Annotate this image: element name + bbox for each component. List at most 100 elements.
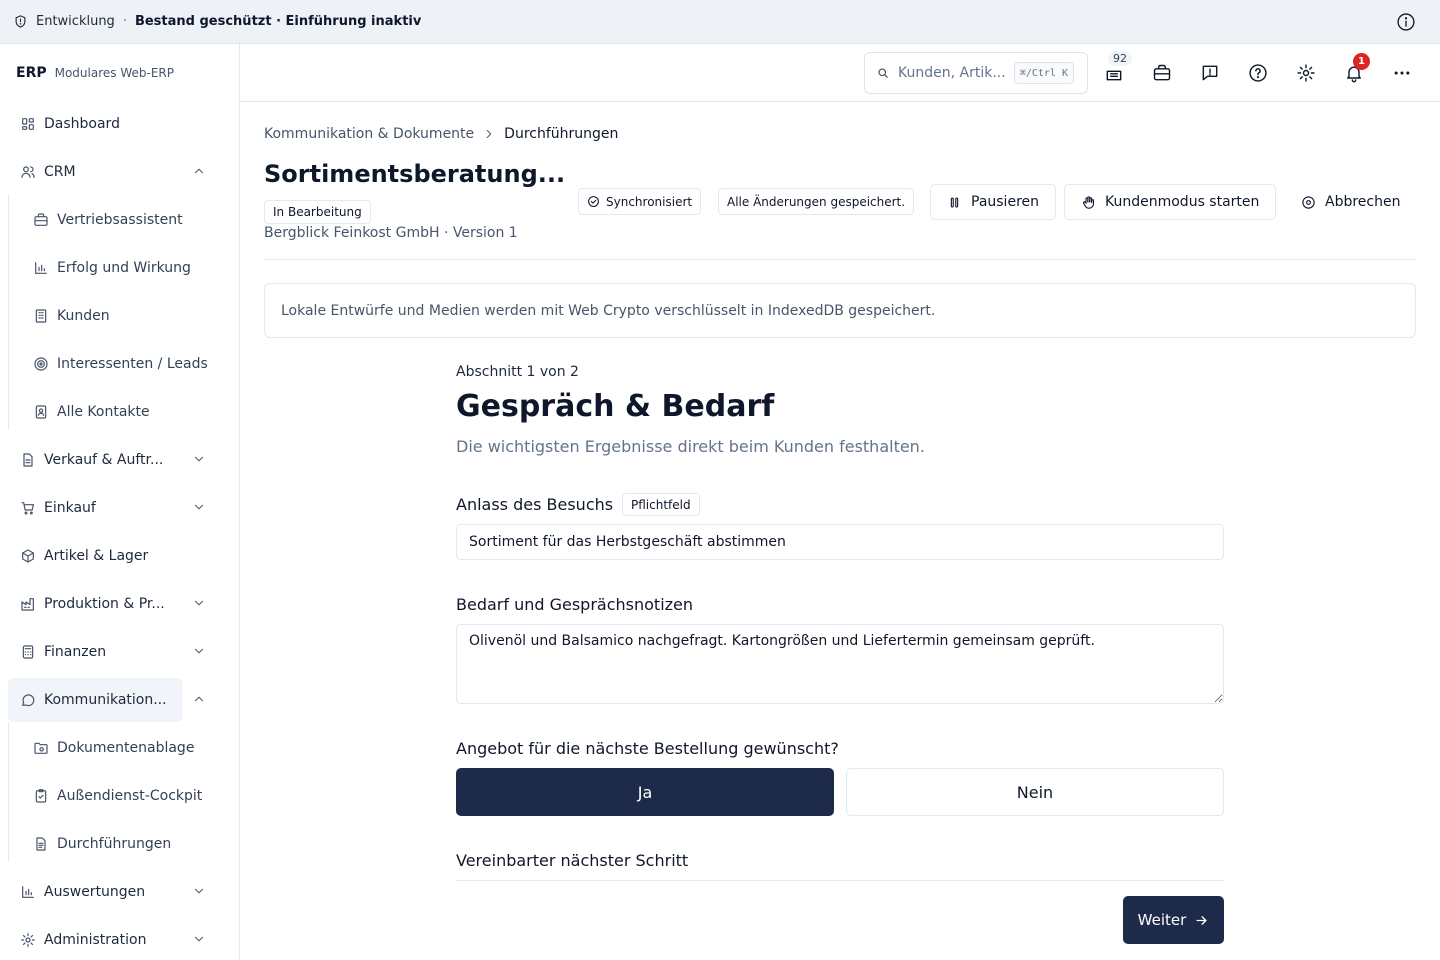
folder-icon [33,740,49,756]
sidebar-item-kunden[interactable]: Kunden [21,294,230,338]
hand-icon [1081,195,1096,210]
section-progress: Abschnitt 1 von 2 [456,364,579,380]
inbox-tray-icon [1104,63,1124,83]
bar-chart-icon [33,260,49,276]
sidebar-item-vertriebsassistent[interactable]: Vertriebsassistent [21,198,230,242]
sidebar-item-label: Außendienst-Cockpit [57,788,203,804]
more-menu-button[interactable] [1386,57,1418,89]
sidebar-item-administration[interactable]: Administration [8,918,230,960]
chevron-down-icon[interactable] [192,644,208,658]
sidebar-item-dashboard[interactable]: Dashboard [8,102,230,146]
search-input[interactable] [898,65,1010,81]
chevron-up-icon[interactable] [192,692,208,706]
notification-count-badge: 1 [1353,53,1370,70]
sidebar-item-finanzen[interactable]: Finanzen [8,630,230,674]
chevron-down-icon[interactable] [192,452,208,466]
sidebar-item-produktion[interactable]: Produktion & Pr... [8,582,230,626]
notes-label: Bedarf und Gesprächsnotizen [456,595,694,614]
info-icon[interactable] [1396,12,1416,32]
global-search[interactable]: ⌘/Ctrl K [864,52,1088,94]
sidebar-item-aussendienst-cockpit[interactable]: Außendienst-Cockpit [21,774,230,818]
breadcrumb-link[interactable]: Kommunikation & Dokumente [264,126,474,142]
workspace-button[interactable] [1146,57,1178,89]
feedback-button[interactable] [1194,57,1226,89]
environment-status: Bestand geschützt · Einführung inaktiv [134,14,422,29]
notifications-button[interactable]: 1 [1338,53,1370,89]
sidebar-item-verkauf[interactable]: Verkauf & Auftr... [8,438,230,482]
logo: ERP [16,65,47,81]
submenu-guide-line [8,722,9,862]
main-content: Kommunikation & Dokumente Durchführungen… [240,102,1440,960]
stop-circle-icon [1301,195,1316,210]
sidebar: ERP Modulares Web-ERP Dashboard CRM Vert… [0,44,240,960]
sidebar-item-label: Kommunikation... [44,692,167,708]
gear-icon [20,932,36,948]
chevron-down-icon[interactable] [192,596,208,610]
notes-textarea[interactable]: Olivenöl und Balsamico nachgefragt. Kart… [456,624,1224,704]
occasion-input[interactable] [456,524,1224,560]
sidebar-item-label: Erfolg und Wirkung [57,260,191,276]
sidebar-item-artikel-lager[interactable]: Artikel & Lager [8,534,230,578]
cancel-button[interactable]: Abbrechen [1285,184,1417,220]
offer-question-label: Angebot für die nächste Bestellung gewün… [456,739,839,758]
inbox-button[interactable]: 92 [1098,51,1132,89]
help-button[interactable] [1242,57,1274,89]
file-text-icon [33,836,49,852]
offer-yes-button[interactable]: Ja [456,768,834,816]
sidebar-item-interessenten-leads[interactable]: Interessenten / Leads [21,342,230,386]
sidebar-item-label: Einkauf [44,500,96,516]
cart-icon [20,500,36,516]
sidebar-item-durchfuehrungen[interactable]: Durchführungen [21,822,230,866]
page-subtitle: Bergblick Feinkost GmbH · Version 1 [264,225,518,241]
sidebar-item-auswertungen[interactable]: Auswertungen [8,870,230,914]
brand[interactable]: ERP Modulares Web-ERP [0,44,239,102]
cancel-button-label: Abbrechen [1325,194,1401,210]
sidebar-item-einkauf[interactable]: Einkauf [8,486,230,530]
sidebar-item-label: Interessenten / Leads [57,356,208,372]
sidebar-item-label: Dokumentenablage [57,740,195,756]
sync-status-pill: Synchronisiert [578,188,702,215]
offer-no-button[interactable]: Nein [846,768,1224,816]
sidebar-item-label: CRM [44,164,76,180]
help-circle-icon [1248,63,1268,83]
chevron-down-icon[interactable] [192,932,208,946]
chevron-up-icon[interactable] [192,164,208,178]
submenu-guide-line [8,194,9,430]
package-icon [20,548,36,564]
bar-chart-icon [20,884,36,900]
sidebar-item-crm[interactable]: CRM [8,150,230,194]
section-description: Die wichtigsten Ergebnisse direkt beim K… [456,437,925,456]
next-step-field[interactable] [456,880,1224,940]
shield-icon [13,14,28,29]
chevron-down-icon[interactable] [192,884,208,898]
sidebar-item-label: Durchführungen [57,836,172,852]
chevron-down-icon[interactable] [192,500,208,514]
sidebar-item-erfolg-und-wirkung[interactable]: Erfolg und Wirkung [21,246,230,290]
save-status-label: Alle Änderungen gespeichert. [727,194,906,209]
clipboard-icon [33,788,49,804]
settings-button[interactable] [1290,57,1322,89]
factory-icon [20,596,36,612]
users-icon [20,164,36,180]
briefcase-icon [1152,63,1172,83]
more-horizontal-icon [1392,63,1412,83]
breadcrumb-current: Durchführungen [504,126,619,142]
sidebar-item-label: Finanzen [44,644,107,660]
sidebar-item-alle-kontakte[interactable]: Alle Kontakte [21,390,230,434]
encryption-notice-text: Lokale Entwürfe und Medien werden mit We… [281,302,936,319]
next-button[interactable]: Weiter [1123,896,1224,944]
sidebar-item-label: Verkauf & Auftr... [44,452,164,468]
sidebar-item-kommunikation[interactable]: Kommunikation... [8,678,204,722]
sidebar-item-label: Alle Kontakte [57,404,150,420]
sidebar-item-dokumentenablage[interactable]: Dokumentenablage [21,726,230,770]
customer-mode-button-label: Kundenmodus starten [1105,194,1260,210]
brand-tagline: Modulares Web-ERP [54,66,174,80]
pause-button[interactable]: Pausieren [930,184,1056,220]
search-icon [877,67,889,79]
status-badge: In Bearbeitung [264,200,371,224]
dashboard-icon [20,116,36,132]
gear-icon [1296,63,1316,83]
customer-mode-button[interactable]: Kundenmodus starten [1064,184,1277,220]
sidebar-item-label: Vertriebsassistent [57,212,183,228]
section-title: Gespräch & Bedarf [456,389,775,424]
